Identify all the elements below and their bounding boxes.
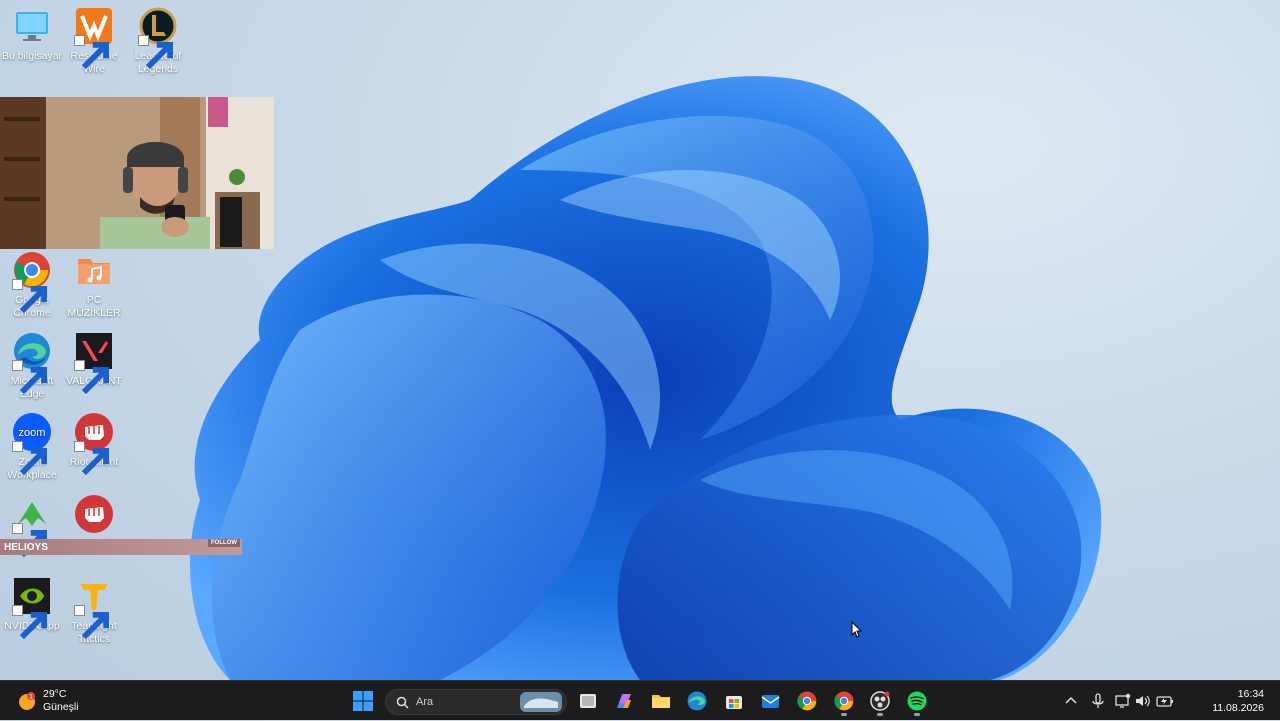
shortcut-arrow-icon <box>74 360 109 395</box>
chrome-icon <box>797 691 817 711</box>
shortcut-arrow-icon <box>12 279 47 314</box>
search-icon <box>396 696 409 709</box>
shortcut-arrow-icon <box>74 35 109 70</box>
taskbar: 1 29°C Güneşli Ara 16:34 11.08.2026 <box>0 680 1280 720</box>
store-icon <box>726 696 742 709</box>
microphone-icon <box>1092 693 1104 708</box>
icon-label: Bu bilgisayar <box>1 50 63 62</box>
tray-overflow-button[interactable] <box>1062 692 1080 710</box>
taskbar-task-view[interactable] <box>573 687 603 715</box>
task-view-icon <box>580 694 596 708</box>
shortcut-arrow-icon <box>12 441 47 476</box>
obs-icon <box>870 691 890 711</box>
shortcut-arrow-icon <box>12 605 47 640</box>
chrome-icon <box>834 691 854 711</box>
streamer-name: HELIOYS <box>4 542 48 553</box>
taskbar-edge[interactable] <box>682 687 712 715</box>
start-button[interactable] <box>348 687 378 715</box>
icon-label: PC MÜZİKLER <box>67 294 121 319</box>
teamfight-tactics-icon <box>74 576 114 640</box>
chevron-up-icon <box>1065 696 1077 704</box>
taskbar-chrome[interactable] <box>792 687 822 715</box>
desktop-icon-league-of-legends[interactable]: League of Legends <box>126 6 190 76</box>
webcam-feed <box>0 97 274 249</box>
taskbar-obs[interactable] <box>865 687 895 716</box>
chrome-icon <box>12 250 52 314</box>
tray-microphone[interactable] <box>1089 692 1107 710</box>
taskbar-clock[interactable]: 16:34 11.08.2026 <box>1212 687 1264 715</box>
taskbar-chrome-2[interactable] <box>829 687 859 716</box>
valorant-icon <box>74 331 114 395</box>
desktop-icon-riot-client-2[interactable] <box>62 494 126 538</box>
speaker-icon <box>1136 695 1150 707</box>
desktop-icon-partial-green[interactable] <box>0 494 64 558</box>
tray-volume[interactable] <box>1134 692 1152 710</box>
taskbar-store[interactable] <box>719 687 749 715</box>
copilot-icon <box>617 694 631 708</box>
weather-widget[interactable]: 1 29°C Güneşli <box>14 686 104 716</box>
taskbar-file-explorer[interactable] <box>646 687 676 715</box>
zoom-icon: zoom <box>12 412 52 476</box>
desktop-icon-teamfight-tactics[interactable]: Teamfight Tactics <box>62 576 126 646</box>
tray-battery[interactable] <box>1156 692 1174 710</box>
taskbar-search[interactable]: Ara <box>385 689 567 715</box>
riot-fist-icon <box>74 412 114 476</box>
mail-icon <box>761 695 780 708</box>
shortcut-arrow-icon <box>12 360 47 395</box>
weather-temperature: 29°C <box>43 688 67 700</box>
tray-network[interactable] <box>1114 692 1132 710</box>
desktop-icon-nvidia-app[interactable]: NVIDIA App <box>0 576 64 640</box>
folder-icon <box>652 695 670 708</box>
music-folder-icon <box>74 250 114 290</box>
webcam-overlay <box>0 97 274 249</box>
windows-logo-icon <box>353 691 373 711</box>
desktop-icon-riot-client[interactable]: Riot Client <box>62 412 126 476</box>
spotify-icon <box>907 691 927 711</box>
sun-icon: 1 <box>19 692 35 710</box>
mouse-cursor-icon <box>851 621 863 638</box>
taskbar-spotify[interactable] <box>902 687 932 716</box>
desktop-icon-resolume[interactable]: Resolume Wire <box>62 6 126 76</box>
clock-time: 16:34 <box>1237 688 1264 700</box>
svg-text:zoom: zoom <box>19 427 46 439</box>
taskbar-outlook[interactable] <box>755 687 785 715</box>
weather-condition: Güneşli <box>43 701 79 713</box>
clock-date: 11.08.2026 <box>1212 702 1264 714</box>
green-arrow-app-icon <box>12 494 52 558</box>
follow-label: FOLLOW <box>208 539 240 547</box>
desktop-icon-pc-music[interactable]: PC MÜZİKLER <box>62 250 126 320</box>
search-placeholder: Ara <box>416 696 434 708</box>
desktop-icon-microsoft-edge[interactable]: Microsoft Edge <box>0 331 64 401</box>
search-highlight-icon <box>520 692 562 712</box>
shortcut-arrow-icon <box>12 523 47 558</box>
league-of-legends-icon <box>138 6 178 70</box>
nvidia-icon <box>12 576 52 640</box>
stream-name-bar: HELIOYS FOLLOW <box>0 539 242 555</box>
taskbar-copilot[interactable] <box>609 687 639 715</box>
edge-icon <box>687 691 707 711</box>
network-icon <box>1115 693 1131 708</box>
resolume-icon <box>74 6 114 70</box>
shortcut-arrow-icon <box>74 605 109 640</box>
desktop-icon-zoom[interactable]: zoom Zoom Workplace <box>0 412 64 482</box>
monitor-icon <box>12 6 52 46</box>
system-tray: 16:34 11.08.2026 <box>1065 681 1280 721</box>
desktop-icon-valorant[interactable]: VALORANT <box>62 331 126 395</box>
shortcut-arrow-icon <box>138 35 173 70</box>
battery-charging-icon <box>1156 696 1173 707</box>
desktop-icon-this-pc[interactable]: Bu bilgisayar <box>0 6 64 63</box>
riot-fist-icon <box>74 494 114 534</box>
edge-icon <box>12 331 52 395</box>
shortcut-arrow-icon <box>74 441 109 476</box>
desktop-icon-google-chrome[interactable]: Google Chrome <box>0 250 64 320</box>
